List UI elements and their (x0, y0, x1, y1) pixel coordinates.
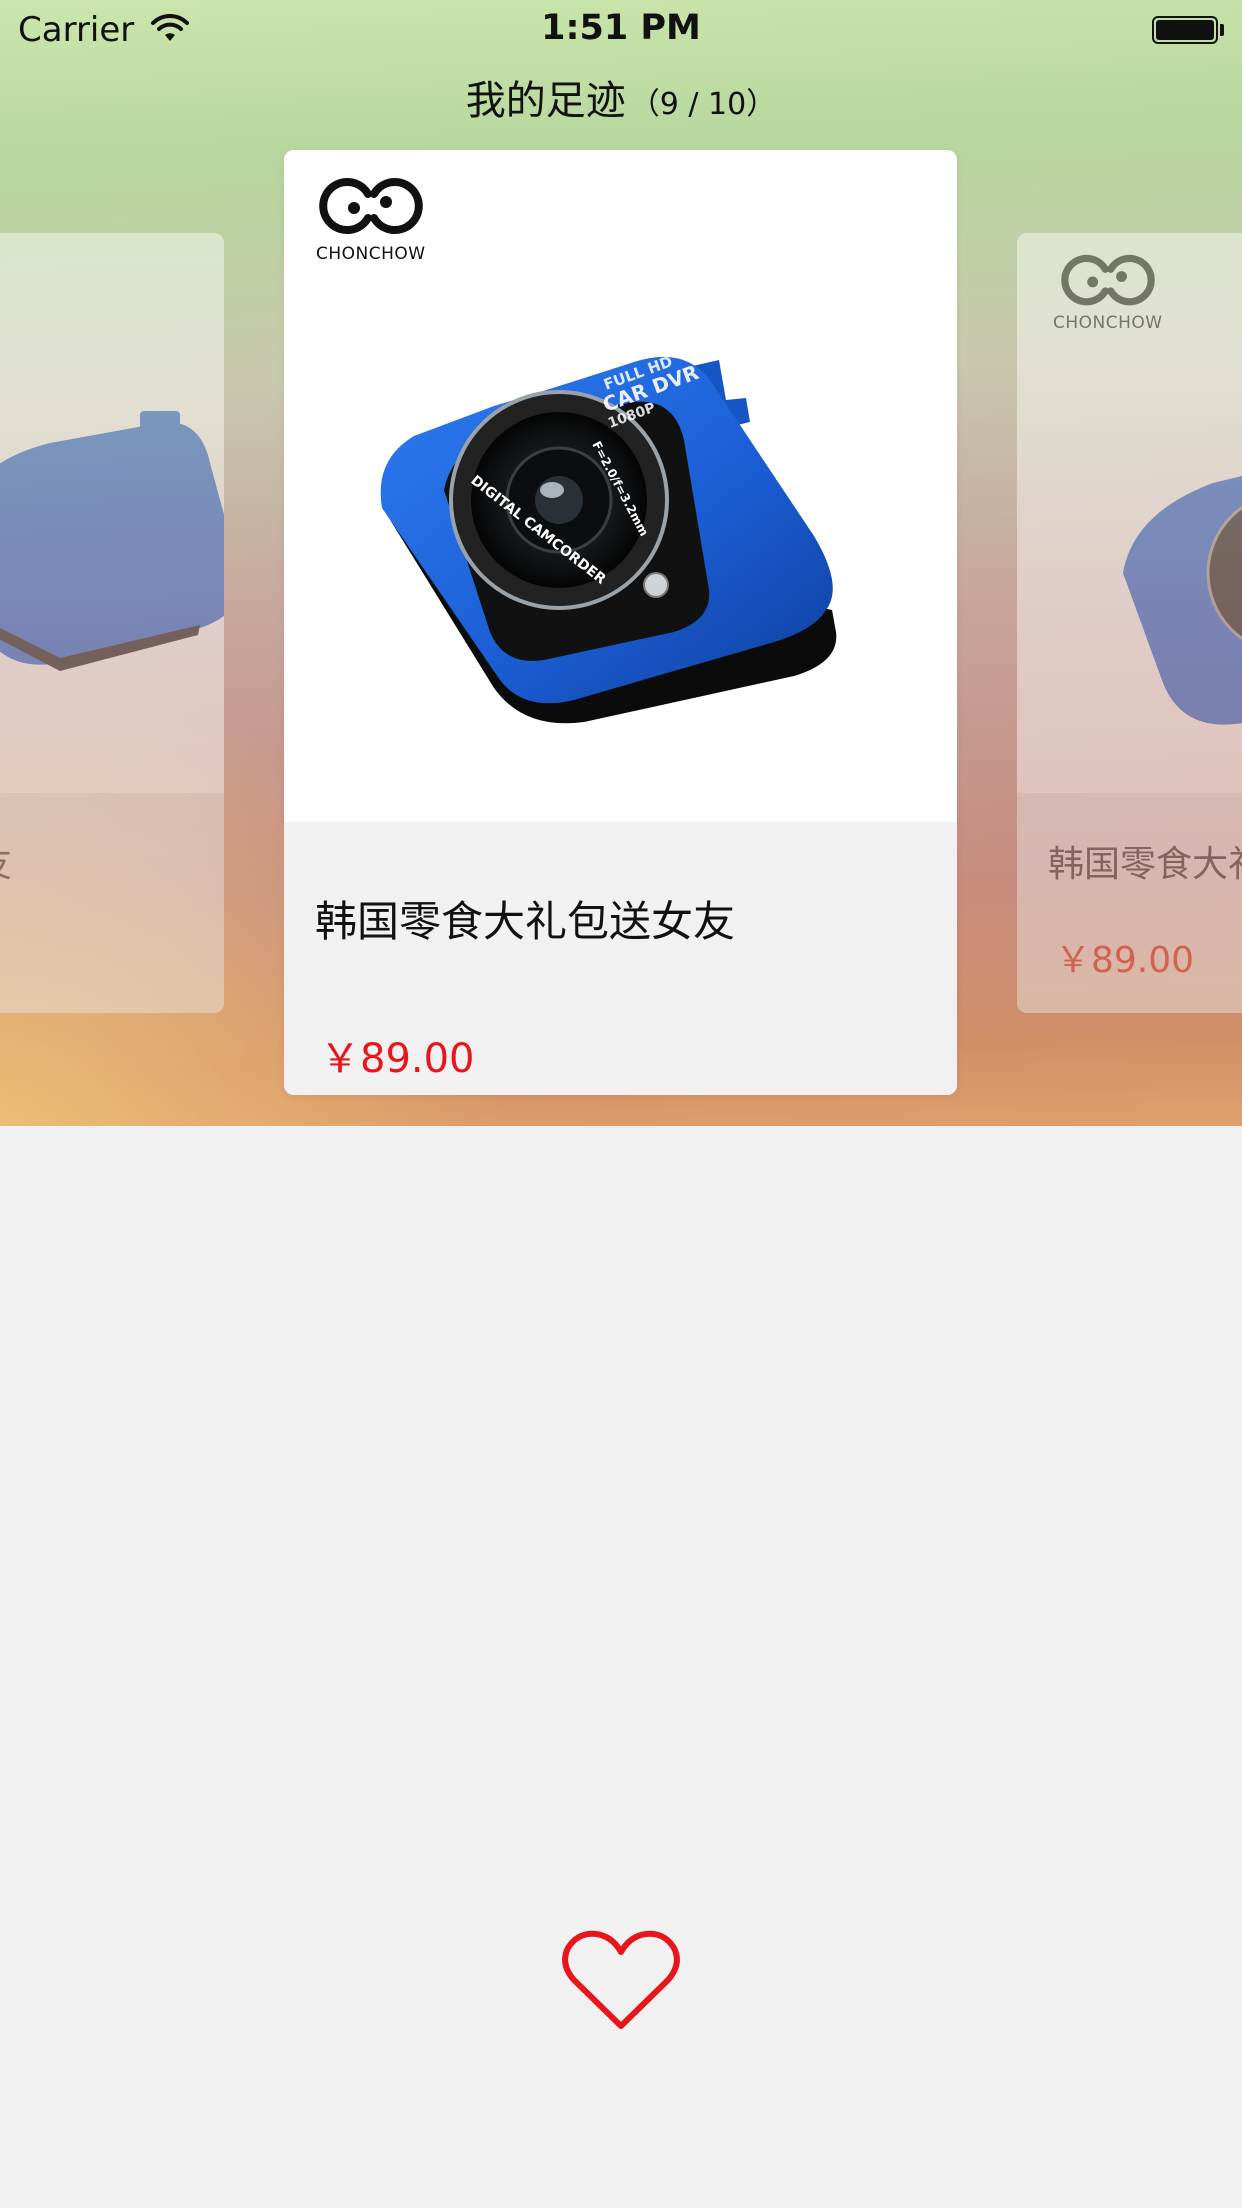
product-price: ￥89.00 (1055, 940, 1195, 981)
product-name: 韩国零食大礼包送女友 (1048, 844, 1242, 885)
battery-icon (1152, 16, 1218, 44)
brand-logo-icon (319, 178, 423, 234)
page-title: 我的足迹 （9 / 10） (0, 68, 1242, 126)
product-info: 韩国零食大礼包送女友 ￥89.00 (284, 822, 957, 1095)
product-image: FULL HD CAR DVR 1080P F=2.0/f=3.2mm DIGI… (380, 352, 837, 724)
brand-logo-text: CHONCHOW (1053, 313, 1163, 333)
status-time: 1:51 PM (541, 8, 701, 48)
battery-tip (1220, 24, 1224, 36)
history-carousel-background: Carrier 1:51 PM 我的足迹（9 / 10） 友 (0, 0, 1242, 1126)
heart-outline-icon[interactable] (560, 1930, 682, 2034)
product-name: 友 (0, 835, 12, 887)
page-counter: （9 / 10） (629, 87, 777, 122)
product-image-area (0, 233, 224, 793)
brand-logo: CHONCHOW (1053, 253, 1173, 333)
product-image-area: CHONCHOW (284, 150, 957, 822)
product-card-previous[interactable]: 友 (0, 233, 224, 1013)
product-info: 韩国零食大礼包送女友 ￥89.00 (1017, 793, 1242, 1013)
product-price: ￥89.00 (320, 1036, 475, 1082)
product-card-next[interactable]: CHONCHOW 韩国零食大礼包送女友 ￥89.00 (1017, 233, 1242, 1013)
brand-logo: CHONCHOW (316, 176, 432, 264)
product-image (0, 411, 224, 671)
product-name: 韩国零食大礼包送女友 (315, 897, 736, 946)
page-title-text: 我的足迹 (465, 78, 626, 124)
product-info: 友 (0, 793, 224, 1013)
brand-logo-text: CHONCHOW (316, 244, 426, 264)
status-bar: Carrier 1:51 PM (0, 0, 1242, 62)
product-image (1123, 475, 1242, 725)
brand-logo-icon (1061, 254, 1155, 306)
product-image-area: CHONCHOW (1017, 233, 1242, 793)
product-card-current[interactable]: CHONCHOW FULL HD CAR DVR 1080P F=2.0/f=3… (284, 150, 957, 1095)
